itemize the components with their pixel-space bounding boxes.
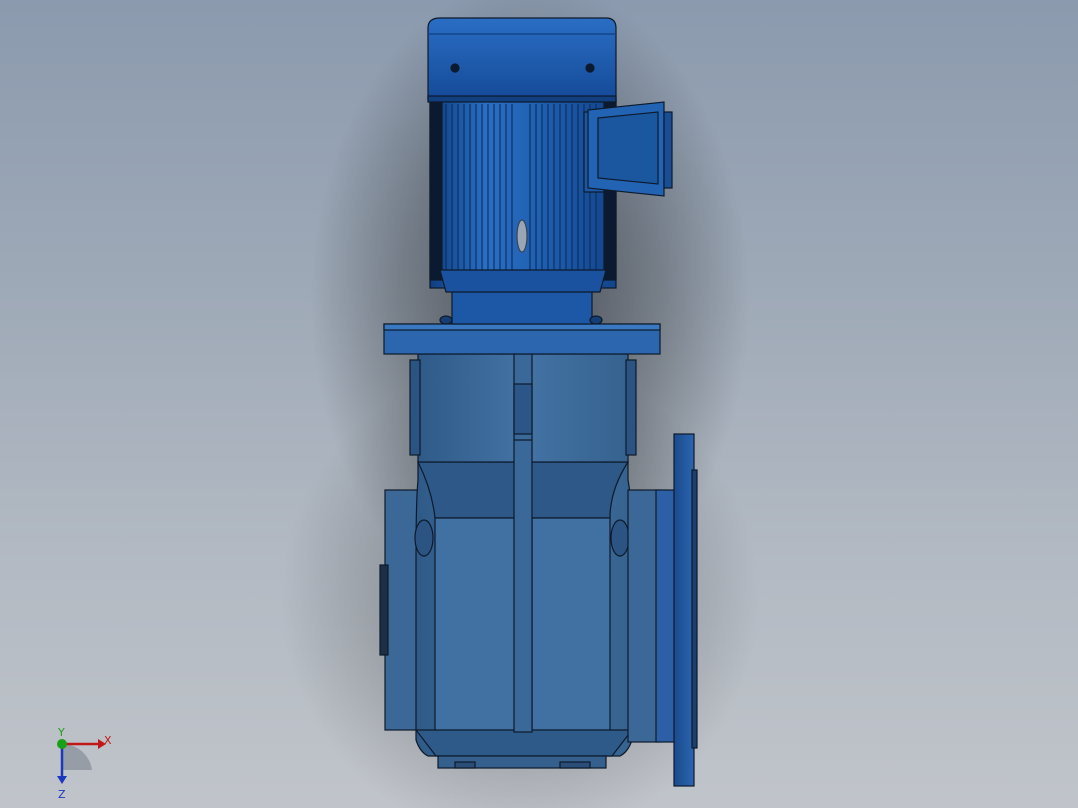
x-axis-label: X xyxy=(104,734,112,747)
triad-shadow xyxy=(62,743,92,770)
terminal-box[interactable] xyxy=(583,101,673,197)
coordinate-triad: X Y Z xyxy=(57,726,112,801)
z-axis-arrowhead xyxy=(57,776,67,784)
y-axis-label: Y xyxy=(57,726,65,739)
lifting-eye-icon xyxy=(516,219,528,253)
z-axis-label: Z xyxy=(58,788,66,801)
cad-viewport[interactable]: X Y Z xyxy=(0,0,1078,808)
gear-motor-model[interactable] xyxy=(0,0,1078,808)
y-axis-dot xyxy=(57,739,67,749)
